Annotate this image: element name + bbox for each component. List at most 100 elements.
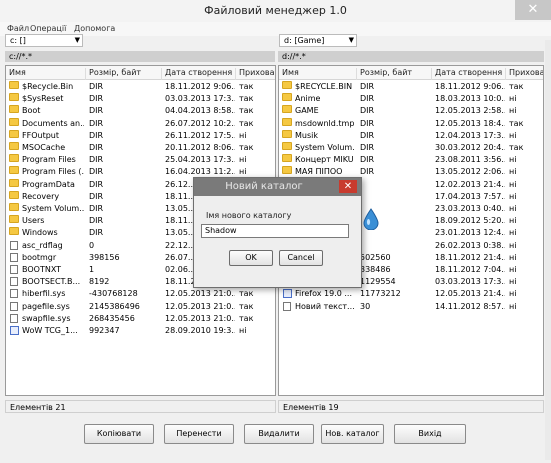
file-row[interactable]: $RECYCLE.BIN DIR 18.11.2012 9:06... так (279, 81, 543, 93)
col-size[interactable]: Розмір, байт (357, 68, 432, 80)
file-row[interactable]: Program Files DIR 25.04.2013 17:3... ні (6, 154, 275, 166)
folder-icon (9, 129, 19, 138)
file-size: 1129554 (360, 277, 396, 287)
left-drive-select[interactable]: c: [] ▼ (5, 34, 83, 47)
file-date: 12.05.2013 21:0... (165, 289, 235, 299)
file-row[interactable]: System Volum... DIR 30.03.2012 20:4... так (279, 142, 543, 154)
file-row[interactable]: $Recycle.Bin DIR 18.11.2012 9:06... так (6, 81, 275, 93)
col-date[interactable]: Дата створення (162, 68, 236, 80)
window-scrollbar[interactable] (545, 40, 551, 460)
file-date: 12.05.2013 21:0... (165, 301, 235, 311)
folder-icon (282, 105, 292, 114)
right-drive-select[interactable]: d: [Game] ▼ (279, 34, 357, 47)
menu-operations[interactable]: Операції (30, 24, 66, 33)
dialog-close-button[interactable]: ✕ (339, 180, 357, 193)
file-hidden: ні (509, 301, 517, 311)
file-name: $Recycle.Bin (22, 82, 74, 91)
delete-button[interactable]: Видалити (244, 424, 314, 444)
file-size: -430768128 (89, 289, 138, 299)
menu-help[interactable]: Допомога (74, 24, 115, 33)
cancel-button[interactable]: Cancel (279, 250, 323, 266)
file-row[interactable]: $SysReset DIR 03.03.2013 17:3... так (6, 93, 275, 105)
file-size: DIR (89, 228, 104, 238)
col-hidden[interactable]: Приховано (236, 68, 275, 80)
folder-icon (282, 81, 292, 89)
file-date: 04.04.2013 8:58... (165, 106, 235, 116)
file-icon (10, 277, 18, 287)
file-date: 18.03.2013 10:0... (435, 94, 505, 104)
copy-button[interactable]: Копіювати (84, 424, 154, 444)
file-hidden: ні (509, 289, 517, 299)
file-hidden: ні (509, 252, 517, 262)
file-row[interactable]: msdownld.tmp DIR 12.05.2013 18:4... так (279, 117, 543, 130)
folder-icon (9, 203, 19, 211)
file-row[interactable]: pagefile.sys 2145386496 12.05.2013 21:0...… (6, 301, 275, 313)
file-size: DIR (360, 130, 375, 140)
file-row[interactable]: Anime DIR 18.03.2013 10:0... ні (279, 93, 543, 105)
left-drive-value: c: [] (10, 36, 26, 45)
file-date: 12.04.2013 17:3... (435, 130, 505, 140)
window-close-button[interactable]: ✕ (515, 0, 551, 20)
file-date: 20.11.2012 8:06... (165, 143, 235, 152)
file-row[interactable]: Documents an... DIR 26.07.2012 10:2... так (6, 117, 275, 130)
file-date: 17.04.2013 7:57... (435, 191, 505, 201)
file-date: 23.08.2011 3:56... (435, 155, 505, 165)
file-row[interactable]: swapfile.sys 268435456 12.05.2013 21:0... т… (6, 313, 275, 325)
file-date: 18.11.2012 21:4... (435, 252, 505, 262)
file-hidden: так (239, 301, 254, 311)
file-row[interactable]: Новий текст... 30 14.11.2012 8:57... ні (279, 301, 543, 313)
file-size: 30 (360, 301, 371, 311)
file-date: 26.11.2012 17:5... (165, 130, 235, 140)
file-hidden: ні (509, 277, 517, 287)
file-hidden: ні (509, 204, 517, 213)
file-name: msdownld.tmp (295, 118, 355, 128)
file-row[interactable]: Boot DIR 04.04.2013 8:58... так (6, 105, 275, 117)
folder-icon (9, 215, 19, 224)
col-date[interactable]: Дата створення (432, 68, 506, 80)
file-name: Program Files (... (22, 167, 84, 177)
new-folder-dialog: Новий каталог ✕ Імя нового каталогу Shad… (193, 177, 362, 288)
col-size[interactable]: Розмір, байт (86, 68, 162, 80)
file-name: Documents an... (22, 118, 84, 128)
file-row[interactable]: GAME DIR 12.05.2013 2:58... ні (279, 105, 543, 117)
file-hidden: ні (509, 155, 517, 165)
folder-icon (9, 142, 19, 150)
file-size: 398156 (89, 252, 120, 262)
col-name[interactable]: Имя (6, 68, 86, 80)
file-size: 1 (89, 265, 95, 274)
file-row[interactable]: Musik DIR 12.04.2013 17:3... ні (279, 129, 543, 142)
file-hidden: ні (509, 240, 517, 250)
file-size: DIR (360, 106, 375, 116)
file-size: DIR (89, 118, 104, 128)
file-row[interactable]: MSOCache DIR 20.11.2012 8:06... так (6, 142, 275, 154)
file-name: System Volum... (22, 204, 84, 213)
file-size: DIR (360, 143, 375, 152)
folder-icon (9, 190, 19, 199)
file-name: WoW TCG_1... (22, 326, 78, 335)
file-date: 26.02.2013 0:38... (435, 240, 505, 250)
ok-button[interactable]: OK (229, 250, 273, 266)
file-hidden: так (239, 118, 254, 128)
file-row[interactable]: Firefox 19.0 ... 11773212 12.05.2013 21:4.… (279, 288, 543, 300)
file-row[interactable]: FFOutput DIR 26.11.2012 17:5... ні (6, 129, 275, 142)
file-date: 25.04.2013 17:3... (165, 155, 235, 165)
folder-icon (282, 129, 292, 138)
new-folder-button[interactable]: Нов. каталог (321, 424, 384, 444)
file-name: Firefox 19.0 ... (295, 289, 353, 299)
file-row[interactable]: hiberfil.sys -430768128 12.05.2013 21:0...… (6, 288, 275, 300)
file-size: 502560 (360, 252, 391, 262)
file-row[interactable]: Концерт MIKU DIR 23.08.2011 3:56... ні (279, 154, 543, 166)
move-button[interactable]: Перенести (164, 424, 234, 444)
file-size: DIR (89, 106, 104, 116)
folder-name-input[interactable]: Shadow (201, 224, 349, 238)
file-name: Windows (22, 228, 58, 238)
file-size: DIR (89, 130, 104, 140)
menu-file[interactable]: Файл (7, 24, 29, 33)
folder-icon (282, 154, 292, 163)
file-name: swapfile.sys (22, 313, 71, 323)
col-name[interactable]: Имя (279, 68, 357, 80)
file-row[interactable]: WoW TCG_1... 992347 28.09.2010 19:3... ні (6, 325, 275, 337)
file-date: 23.03.2013 0:40... (435, 204, 505, 213)
col-hidden[interactable]: Приховано (506, 68, 543, 80)
exit-button[interactable]: Вихід (394, 424, 466, 444)
